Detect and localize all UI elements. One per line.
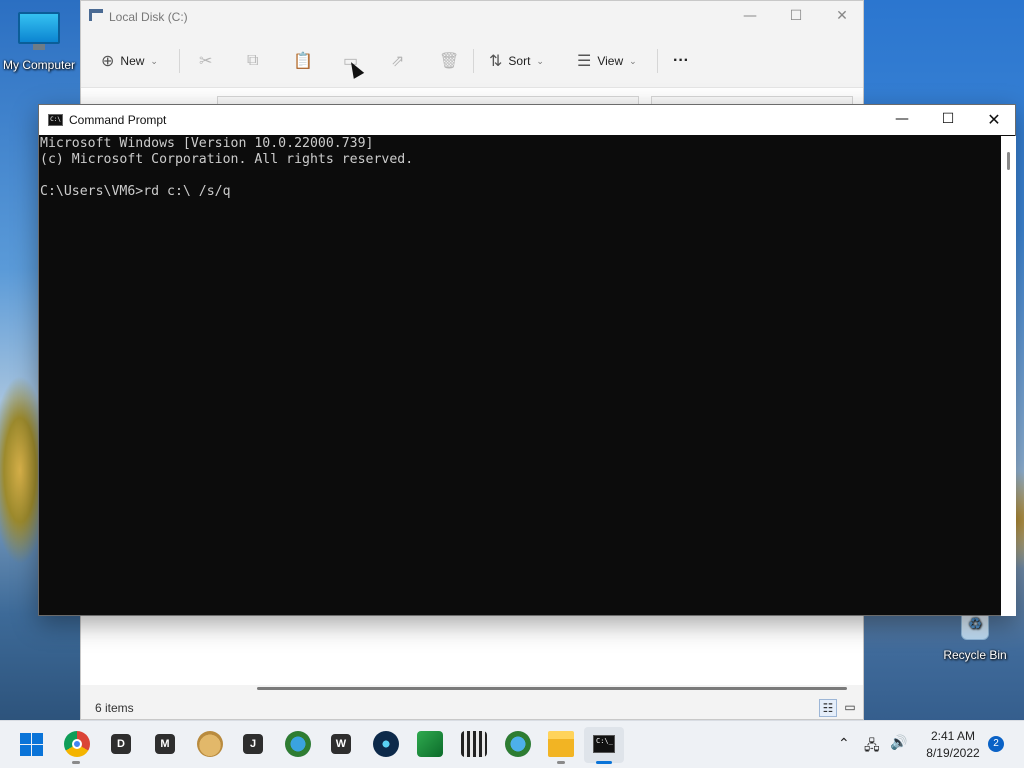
cmd-icon: C:\_ bbox=[593, 735, 615, 753]
windows-start-icon[interactable] bbox=[20, 733, 44, 757]
chevron-down-icon: ⌄ bbox=[629, 55, 637, 66]
running-indicator bbox=[557, 761, 565, 764]
trash-icon: 🗑 bbox=[439, 53, 460, 70]
paste-button[interactable]: 📋 bbox=[293, 47, 313, 75]
m-app-icon[interactable]: M bbox=[155, 734, 175, 754]
monitor-stand bbox=[33, 44, 45, 50]
chevron-down-icon: ⌄ bbox=[536, 55, 544, 66]
cmd-icon: C:\ bbox=[48, 114, 63, 126]
more-options-button[interactable]: ··· bbox=[673, 47, 689, 75]
console-output[interactable]: Microsoft Windows [Version 10.0.22000.73… bbox=[39, 136, 1001, 616]
view-label: View bbox=[597, 54, 624, 68]
drive-icon bbox=[89, 9, 103, 21]
volume-icon[interactable]: 🔊 bbox=[890, 734, 907, 751]
console-line: (c) Microsoft Corporation. All rights re… bbox=[40, 152, 414, 167]
window-title: Local Disk (C:) bbox=[109, 10, 188, 24]
green-window-icon[interactable] bbox=[417, 731, 443, 757]
active-indicator bbox=[596, 761, 612, 764]
j-app-icon[interactable]: J bbox=[243, 734, 263, 754]
item-count: 6 items bbox=[95, 701, 134, 715]
maximize-button[interactable]: ☐ bbox=[925, 105, 971, 135]
globe-app-2-icon[interactable] bbox=[505, 731, 531, 757]
maximize-button[interactable]: ☐ bbox=[773, 1, 819, 33]
console-prompt-line: C:\Users\VM6>rd c:\ /s/q bbox=[40, 184, 231, 199]
minimize-button[interactable]: — bbox=[879, 105, 925, 135]
scrollbar-thumb[interactable] bbox=[1007, 152, 1010, 170]
new-button[interactable]: ⊕ New ⌄ bbox=[101, 47, 158, 75]
minimize-button[interactable]: — bbox=[727, 1, 773, 33]
desktop-icon-recycle-bin[interactable]: ♻ Recycle Bin bbox=[936, 608, 1014, 662]
clipboard-icon: 📋 bbox=[293, 53, 313, 70]
toolbar-divider bbox=[473, 49, 474, 73]
desktop-icon-label: My Computer bbox=[2, 58, 76, 72]
desktop-icon-label: Recycle Bin bbox=[943, 648, 1007, 662]
clock-date[interactable]: 8/19/2022 bbox=[918, 746, 988, 760]
explorer-titlebar[interactable]: Local Disk (C:) — ☐ ✕ bbox=[81, 1, 863, 33]
w-app-icon[interactable]: W bbox=[331, 734, 351, 754]
command-prompt-window[interactable]: C:\ Command Prompt — ☐ ✕ Microsoft Windo… bbox=[38, 104, 1016, 616]
chrome-icon[interactable] bbox=[64, 731, 90, 757]
notification-badge[interactable]: 2 bbox=[988, 736, 1004, 752]
sort-button[interactable]: ⇅ Sort ⌄ bbox=[489, 47, 544, 75]
scissors-icon: ✂ bbox=[199, 53, 213, 70]
close-button[interactable]: ✕ bbox=[971, 105, 1017, 135]
sort-arrows-icon: ⇅ bbox=[489, 53, 503, 70]
cmd-taskbar-button[interactable]: C:\_ bbox=[584, 727, 624, 763]
explorer-command-bar: ⊕ New ⌄ ✂ ⧉ 📋 ▭ ⇗ 🗑 ⇅ Sort ⌄ ☰ View ⌄ ··… bbox=[81, 39, 863, 83]
doge-icon[interactable] bbox=[197, 731, 223, 757]
running-indicator bbox=[72, 761, 80, 764]
cut-button[interactable]: ✂ bbox=[199, 47, 212, 75]
d-app-icon[interactable]: D bbox=[111, 734, 131, 754]
share-icon: ⇗ bbox=[391, 53, 405, 70]
vertical-scrollbar[interactable] bbox=[1001, 136, 1016, 616]
details-view-button[interactable]: ☷ bbox=[819, 699, 837, 717]
explorer-status-bar: 6 items ☷ ▭ bbox=[81, 697, 863, 719]
console-line: Microsoft Windows [Version 10.0.22000.73… bbox=[40, 136, 374, 151]
chevron-up-icon[interactable]: ⌃ bbox=[838, 735, 850, 752]
toolbar-divider bbox=[657, 49, 658, 73]
monitor-icon bbox=[18, 12, 60, 44]
atom-icon[interactable] bbox=[373, 731, 399, 757]
sort-label: Sort bbox=[508, 54, 531, 68]
horizontal-scrollbar[interactable] bbox=[257, 687, 847, 690]
copy-button[interactable]: ⧉ bbox=[247, 47, 258, 75]
close-button[interactable]: ✕ bbox=[819, 1, 865, 33]
window-title: Command Prompt bbox=[69, 113, 167, 127]
file-explorer-icon[interactable] bbox=[548, 731, 574, 757]
globe-app-icon[interactable] bbox=[285, 731, 311, 757]
desktop-icon-my-computer[interactable]: My Computer bbox=[0, 8, 78, 72]
view-button[interactable]: ☰ View ⌄ bbox=[577, 47, 637, 75]
copy-icon: ⧉ bbox=[247, 52, 259, 69]
film-icon[interactable] bbox=[461, 731, 487, 757]
toolbar-divider bbox=[179, 49, 180, 73]
delete-button[interactable]: 🗑 bbox=[439, 47, 459, 75]
plus-circle-icon: ⊕ bbox=[101, 53, 115, 70]
chevron-down-icon: ⌄ bbox=[150, 55, 158, 66]
new-label: New bbox=[120, 54, 145, 68]
list-view-icon: ☰ bbox=[577, 53, 592, 70]
network-icon[interactable]: 🖧 bbox=[864, 735, 880, 759]
share-button[interactable]: ⇗ bbox=[391, 47, 404, 75]
tiles-view-button[interactable]: ▭ bbox=[841, 699, 859, 717]
cmd-titlebar[interactable]: C:\ Command Prompt — ☐ ✕ bbox=[39, 105, 1015, 135]
clock-time[interactable]: 2:41 AM bbox=[918, 729, 988, 743]
taskbar: D M J W C:\_ ⌃ 🖧 🔊 2:41 AM 8/19/2022 bbox=[0, 720, 1024, 768]
